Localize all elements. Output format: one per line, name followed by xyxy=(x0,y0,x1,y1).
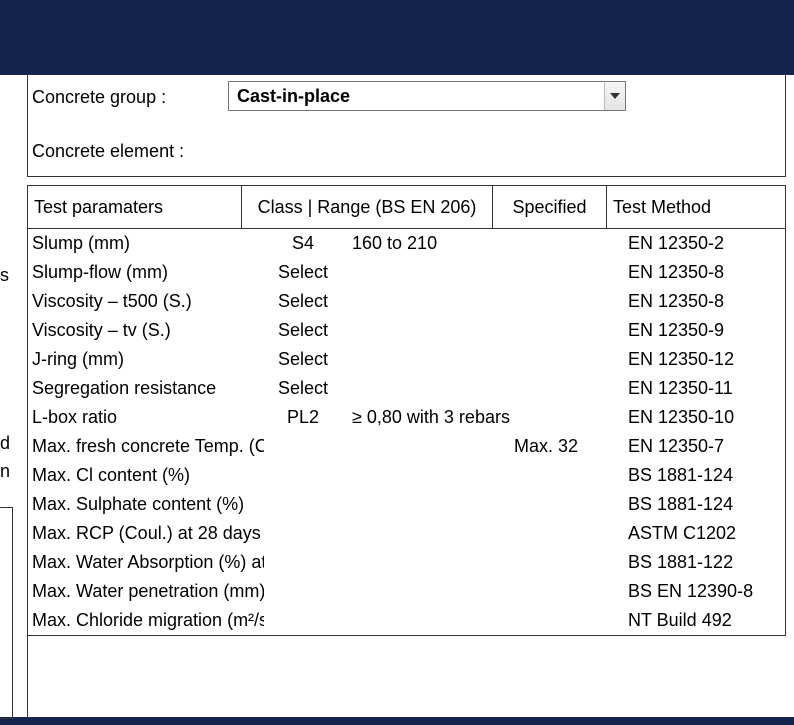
cell-test-method: ASTM C1202 xyxy=(626,523,785,544)
chevron-down-icon[interactable] xyxy=(604,82,625,110)
table-row: Max. RCP (Coul.) at 28 days ASTM C1202 xyxy=(28,519,785,548)
concrete-group-label: Concrete group : xyxy=(32,87,166,108)
clipped-panel-border xyxy=(0,507,13,719)
cell-parameter: Max. Cl content (%) xyxy=(28,465,264,486)
cell-parameter: Slump-flow (mm) xyxy=(28,262,264,283)
cell-class: Select xyxy=(264,262,342,283)
cell-test-method: EN 12350-9 xyxy=(626,320,785,341)
cell-test-method: BS 1881-124 xyxy=(626,494,785,515)
table-row: Slump (mm)S4160 to 210 EN 12350-2 xyxy=(28,229,785,258)
cell-parameter: Max. fresh concrete Temp. (C°) xyxy=(28,436,264,457)
col-header-test-method: Test Method xyxy=(607,186,786,228)
cell-parameter: Slump (mm) xyxy=(28,233,264,254)
concrete-definition-panel: Concrete group : Cast-in-place Concrete … xyxy=(27,75,786,177)
table-row: Max. fresh concrete Temp. (C°) Max. 32EN … xyxy=(28,432,785,461)
cell-test-method: EN 12350-11 xyxy=(626,378,785,399)
col-header-parameters: Test paramaters xyxy=(28,186,242,228)
concrete-group-value: Cast-in-place xyxy=(229,86,604,107)
table-header-row: Test paramaters Class | Range (BS EN 206… xyxy=(28,185,786,229)
table-row: Max. Water penetration (mm) at 28 dys BS … xyxy=(28,577,785,606)
cell-parameter: Max. Water Absorption (%) at 28 days xyxy=(28,552,264,573)
cell-parameter: J-ring (mm) xyxy=(28,349,264,370)
concrete-group-select[interactable]: Cast-in-place xyxy=(228,81,626,111)
table-row: Max. Sulphate content (%) BS 1881-124 xyxy=(28,490,785,519)
table-row: Viscosity – t500 (S.)Select EN 12350-8 xyxy=(28,287,785,316)
cell-range: 160 to 210 xyxy=(342,233,510,254)
cell-test-method: BS 1881-122 xyxy=(626,552,785,573)
cell-specified: Max. 32 xyxy=(510,436,626,457)
cell-class: Select xyxy=(264,349,342,370)
cell-test-method: BS 1881-124 xyxy=(626,465,785,486)
cell-class: Select xyxy=(264,320,342,341)
cell-parameter: Viscosity – t500 (S.) xyxy=(28,291,264,312)
cell-class: S4 xyxy=(264,233,342,254)
cell-test-method: EN 12350-12 xyxy=(626,349,785,370)
window-bottom-bar xyxy=(0,717,794,725)
page-root: s d n Concrete group : Cast-in-place Con… xyxy=(0,0,794,725)
concrete-element-label: Concrete element : xyxy=(32,141,184,162)
table-row: Slump-flow (mm)Select EN 12350-8 xyxy=(28,258,785,287)
cell-class: Select xyxy=(264,291,342,312)
cell-test-method: EN 12350-10 xyxy=(626,407,785,428)
clipped-tab-char-d: d xyxy=(0,433,12,454)
table-body: Slump (mm)S4160 to 210 EN 12350-2 Slump-fl… xyxy=(28,229,786,636)
table-row: Viscosity – tv (S.)Select EN 12350-9 xyxy=(28,316,785,345)
cell-parameter: L-box ratio xyxy=(28,407,264,428)
table-row: Max. Chloride migration (m²/s) at 28 day… xyxy=(28,606,785,635)
table-row: Max. Cl content (%) BS 1881-124 xyxy=(28,461,785,490)
cell-parameter: Max. Water penetration (mm) at 28 dys xyxy=(28,581,264,602)
col-header-class-range: Class | Range (BS EN 206) xyxy=(242,186,493,228)
table-row: Max. Water Absorption (%) at 28 days BS 1… xyxy=(28,548,785,577)
cell-parameter: Segregation resistance xyxy=(28,378,264,399)
test-parameters-table: Test paramaters Class | Range (BS EN 206… xyxy=(27,185,786,717)
content-area: s d n Concrete group : Cast-in-place Con… xyxy=(0,75,786,717)
cell-parameter: Max. RCP (Coul.) at 28 days xyxy=(28,523,264,544)
cell-test-method: EN 12350-2 xyxy=(626,233,785,254)
cell-test-method: EN 12350-8 xyxy=(626,291,785,312)
window-title-bar xyxy=(0,0,794,75)
cell-parameter: Viscosity – tv (S.) xyxy=(28,320,264,341)
cell-parameter: Max. Sulphate content (%) xyxy=(28,494,264,515)
table-row: J-ring (mm)Select EN 12350-12 xyxy=(28,345,785,374)
cell-test-method: EN 12350-8 xyxy=(626,262,785,283)
cell-range: ≥ 0,80 with 3 rebars xyxy=(342,407,510,428)
cell-test-method: BS EN 12390-8 xyxy=(626,581,785,602)
cell-parameter: Max. Chloride migration (m²/s) at 28 day… xyxy=(28,610,264,631)
cell-class: PL2 xyxy=(264,407,342,428)
clipped-tab-char-s: s xyxy=(0,265,12,286)
clipped-tab-char-n: n xyxy=(0,461,12,482)
cell-test-method: NT Build 492 xyxy=(626,610,785,631)
cell-test-method: EN 12350-7 xyxy=(626,436,785,457)
table-row: Segregation resistanceSelect EN 12350-11 xyxy=(28,374,785,403)
col-header-specified: Specified xyxy=(493,186,607,228)
table-row: L-box ratioPL2≥ 0,80 with 3 rebars EN 123… xyxy=(28,403,785,432)
cell-class: Select xyxy=(264,378,342,399)
